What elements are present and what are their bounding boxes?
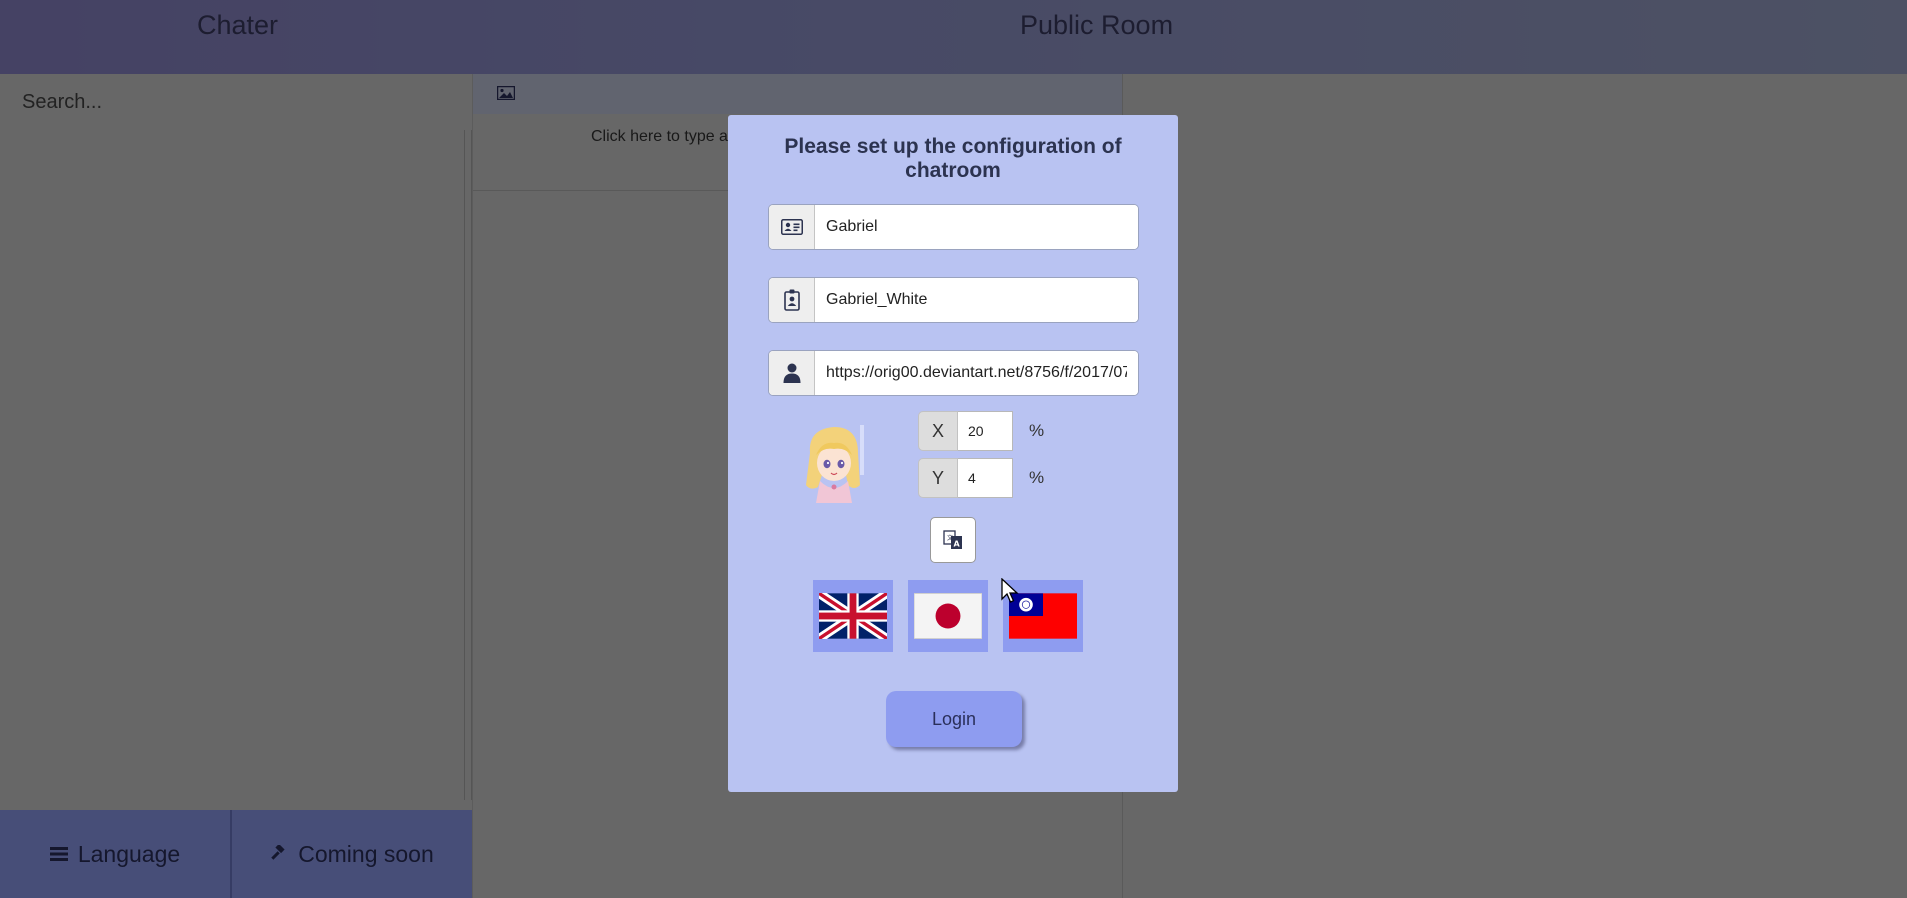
language-english-button[interactable] — [813, 580, 893, 652]
name-input[interactable] — [815, 205, 1138, 249]
modal-title: Please set up the configuration of chatr… — [784, 135, 1122, 182]
y-unit: % — [1029, 468, 1045, 487]
login-button[interactable]: Login — [886, 691, 1022, 747]
language-japanese-button[interactable] — [908, 580, 988, 652]
translate-icon: 文 A — [943, 530, 962, 549]
japan-flag-icon — [914, 593, 982, 639]
avatar-preview — [806, 425, 864, 503]
id-card-icon — [769, 205, 815, 249]
config-modal: Please set up the configuration of chatr… — [728, 115, 1178, 792]
uk-flag-icon — [819, 593, 887, 639]
x-unit: % — [1029, 421, 1045, 440]
y-label: Y — [918, 458, 958, 498]
user-icon — [769, 351, 815, 395]
mouse-cursor-icon — [1001, 578, 1019, 603]
y-offset-group: Y % — [918, 458, 1044, 498]
y-offset-input[interactable] — [958, 458, 1013, 498]
x-offset-group: X % — [918, 411, 1044, 451]
badge-icon — [769, 278, 815, 322]
username-input[interactable] — [815, 278, 1138, 322]
name-field — [768, 204, 1139, 250]
svg-text:A: A — [954, 540, 961, 549]
x-offset-input[interactable] — [958, 411, 1013, 451]
taiwan-flag-icon — [1009, 593, 1077, 639]
avatar-url-field — [768, 350, 1139, 396]
x-label: X — [918, 411, 958, 451]
avatar-url-input[interactable] — [815, 351, 1138, 395]
svg-text:文: 文 — [947, 534, 953, 542]
translate-button[interactable]: 文 A — [930, 517, 976, 563]
username-field — [768, 277, 1139, 323]
